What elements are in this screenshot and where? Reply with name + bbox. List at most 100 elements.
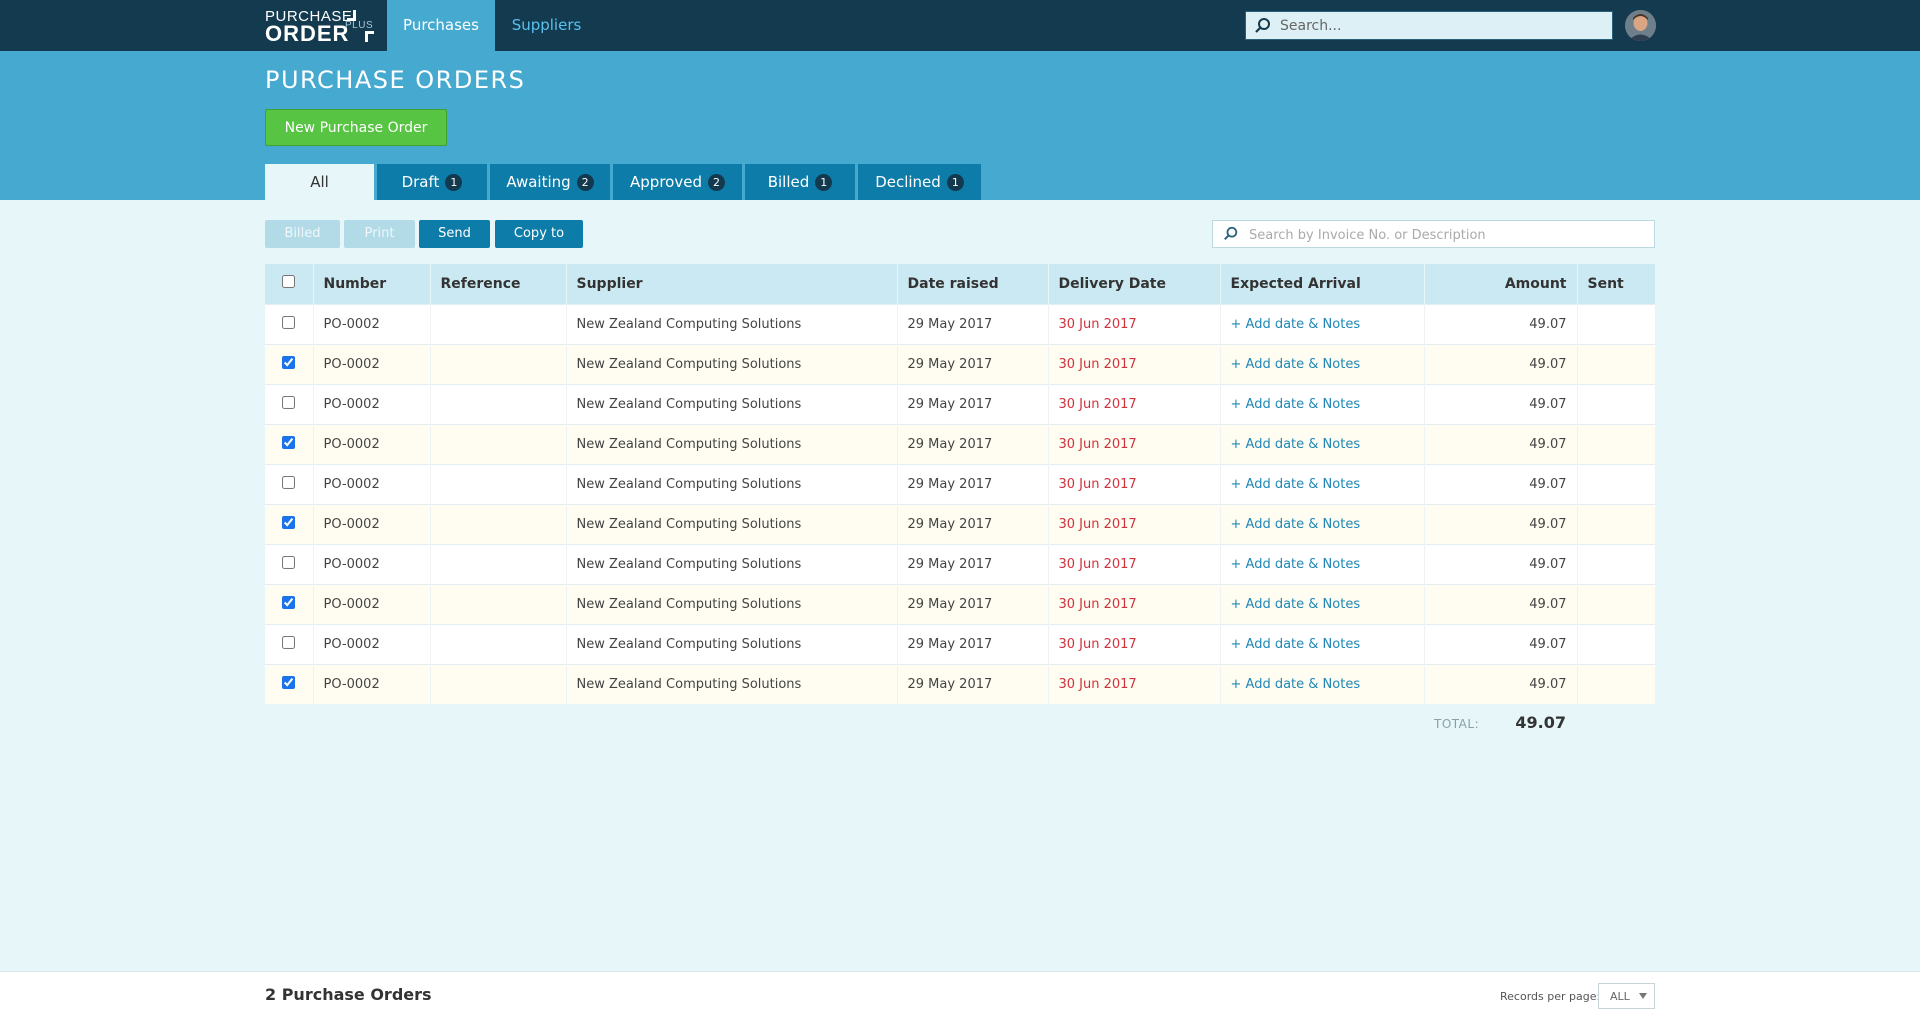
- cell-date-raised: 29 May 2017: [896, 623, 1048, 664]
- cell-reference: [429, 623, 566, 664]
- tab-label: Approved: [630, 173, 702, 191]
- cell-number: PO-0002: [312, 503, 430, 544]
- cell-supplier: New Zealand Computing Solutions: [565, 623, 897, 664]
- tab-draft[interactable]: Draft 1: [377, 164, 487, 200]
- table-row[interactable]: PO-0002 New Zealand Computing Solutions 29…: [265, 423, 1655, 464]
- column-header-number[interactable]: Number: [312, 264, 430, 304]
- table-row[interactable]: PO-0002 New Zealand Computing Solutions 29…: [265, 583, 1655, 624]
- row-checkbox[interactable]: [282, 355, 296, 369]
- print-button[interactable]: Print: [344, 220, 415, 248]
- table-header-row: Number Reference Supplier Date raised De…: [265, 264, 1655, 304]
- row-checkbox[interactable]: [282, 675, 296, 689]
- invoice-search-input[interactable]: [1247, 224, 1646, 246]
- select-all-checkbox[interactable]: [282, 275, 296, 289]
- table-row[interactable]: PO-0002 New Zealand Computing Solutions 29…: [265, 463, 1655, 504]
- cell-date-raised: 29 May 2017: [896, 503, 1048, 544]
- column-header-supplier[interactable]: Supplier: [565, 264, 897, 304]
- tab-awaiting[interactable]: Awaiting 2: [490, 164, 610, 200]
- send-button[interactable]: Send: [419, 220, 490, 248]
- nav-tab-purchases[interactable]: Purchases: [387, 0, 495, 51]
- app-logo[interactable]: PURCHASE ORDER PLUS: [265, 8, 377, 46]
- nav-tab-suppliers[interactable]: Suppliers: [495, 0, 598, 51]
- cell-supplier: New Zealand Computing Solutions: [565, 663, 897, 704]
- row-checkbox[interactable]: [282, 475, 296, 489]
- row-checkbox[interactable]: [282, 395, 296, 409]
- global-search-input[interactable]: [1278, 14, 1602, 38]
- copy-to-button[interactable]: Copy to: [495, 220, 583, 248]
- cell-amount: 49.07: [1423, 543, 1577, 584]
- add-date-notes-link[interactable]: + Add date & Notes: [1231, 477, 1361, 492]
- cell-expected-arrival: + Add date & Notes: [1219, 423, 1424, 464]
- cell-amount: 49.07: [1423, 583, 1577, 624]
- add-date-notes-link[interactable]: + Add date & Notes: [1231, 637, 1361, 652]
- add-date-notes-link[interactable]: + Add date & Notes: [1231, 557, 1361, 572]
- tab-label: Billed: [767, 173, 810, 191]
- new-purchase-order-button[interactable]: New Purchase Order: [265, 109, 447, 146]
- column-header-date-raised[interactable]: Date raised: [896, 264, 1048, 304]
- cell-delivery-date: 30 Jun 2017: [1047, 463, 1220, 504]
- table-row[interactable]: PO-0002 New Zealand Computing Solutions 29…: [265, 343, 1655, 384]
- table-row[interactable]: PO-0002 New Zealand Computing Solutions 29…: [265, 303, 1655, 344]
- tab-approved[interactable]: Approved 2: [613, 164, 742, 200]
- add-date-notes-link[interactable]: + Add date & Notes: [1231, 677, 1361, 692]
- table-row[interactable]: PO-0002 New Zealand Computing Solutions 29…: [265, 503, 1655, 544]
- table-row[interactable]: PO-0002 New Zealand Computing Solutions 29…: [265, 383, 1655, 424]
- global-search[interactable]: [1245, 11, 1613, 40]
- cell-sent: [1576, 663, 1655, 704]
- column-header-reference[interactable]: Reference: [429, 264, 566, 304]
- row-checkbox[interactable]: [282, 555, 296, 569]
- cell-amount: 49.07: [1423, 663, 1577, 704]
- row-checkbox[interactable]: [282, 595, 296, 609]
- cell-number: PO-0002: [312, 663, 430, 704]
- cell-supplier: New Zealand Computing Solutions: [565, 463, 897, 504]
- cell-delivery-date: 30 Jun 2017: [1047, 383, 1220, 424]
- cell-date-raised: 29 May 2017: [896, 423, 1048, 464]
- invoice-search[interactable]: [1212, 220, 1655, 248]
- cell-sent: [1576, 423, 1655, 464]
- table-row[interactable]: PO-0002 New Zealand Computing Solutions 29…: [265, 623, 1655, 664]
- cell-reference: [429, 583, 566, 624]
- tab-count-badge: 1: [445, 174, 463, 191]
- cell-amount: 49.07: [1423, 343, 1577, 384]
- table-row[interactable]: PO-0002 New Zealand Computing Solutions 29…: [265, 663, 1655, 704]
- cell-sent: [1576, 543, 1655, 584]
- cell-sent: [1576, 343, 1655, 384]
- row-checkbox[interactable]: [282, 635, 296, 649]
- row-checkbox[interactable]: [282, 435, 296, 449]
- billed-button[interactable]: Billed: [265, 220, 340, 248]
- row-checkbox[interactable]: [282, 515, 296, 529]
- cell-amount: 49.07: [1423, 463, 1577, 504]
- add-date-notes-link[interactable]: + Add date & Notes: [1231, 597, 1361, 612]
- add-date-notes-link[interactable]: + Add date & Notes: [1231, 357, 1361, 372]
- cell-supplier: New Zealand Computing Solutions: [565, 423, 897, 464]
- tab-billed[interactable]: Billed 1: [745, 164, 855, 200]
- table-row[interactable]: PO-0002 New Zealand Computing Solutions 29…: [265, 543, 1655, 584]
- row-select-cell: [265, 383, 313, 424]
- purchase-orders-table: Number Reference Supplier Date raised De…: [265, 264, 1655, 704]
- column-header-amount[interactable]: Amount: [1423, 264, 1577, 304]
- cell-date-raised: 29 May 2017: [896, 303, 1048, 344]
- column-header-sent[interactable]: Sent: [1576, 264, 1655, 304]
- tab-declined[interactable]: Declined 1: [858, 164, 981, 200]
- cell-sent: [1576, 503, 1655, 544]
- column-header-delivery-date[interactable]: Delivery Date: [1047, 264, 1220, 304]
- add-date-notes-link[interactable]: + Add date & Notes: [1231, 397, 1361, 412]
- cell-expected-arrival: + Add date & Notes: [1219, 663, 1424, 704]
- column-header-expected-arrival[interactable]: Expected Arrival: [1219, 264, 1424, 304]
- add-date-notes-link[interactable]: + Add date & Notes: [1231, 517, 1361, 532]
- cell-expected-arrival: + Add date & Notes: [1219, 383, 1424, 424]
- records-per-page-select[interactable]: ALL: [1598, 983, 1655, 1009]
- user-avatar[interactable]: [1625, 10, 1656, 41]
- tab-all[interactable]: All: [265, 164, 374, 200]
- add-date-notes-link[interactable]: + Add date & Notes: [1231, 437, 1361, 452]
- row-select-cell: [265, 423, 313, 464]
- row-checkbox[interactable]: [282, 315, 296, 329]
- cell-date-raised: 29 May 2017: [896, 543, 1048, 584]
- add-date-notes-link[interactable]: + Add date & Notes: [1231, 317, 1361, 332]
- cell-reference: [429, 663, 566, 704]
- cell-delivery-date: 30 Jun 2017: [1047, 663, 1220, 704]
- total-label: TOTAL:: [1434, 717, 1480, 731]
- cell-expected-arrival: + Add date & Notes: [1219, 343, 1424, 384]
- cell-reference: [429, 543, 566, 584]
- logo-plus: PLUS: [345, 20, 374, 31]
